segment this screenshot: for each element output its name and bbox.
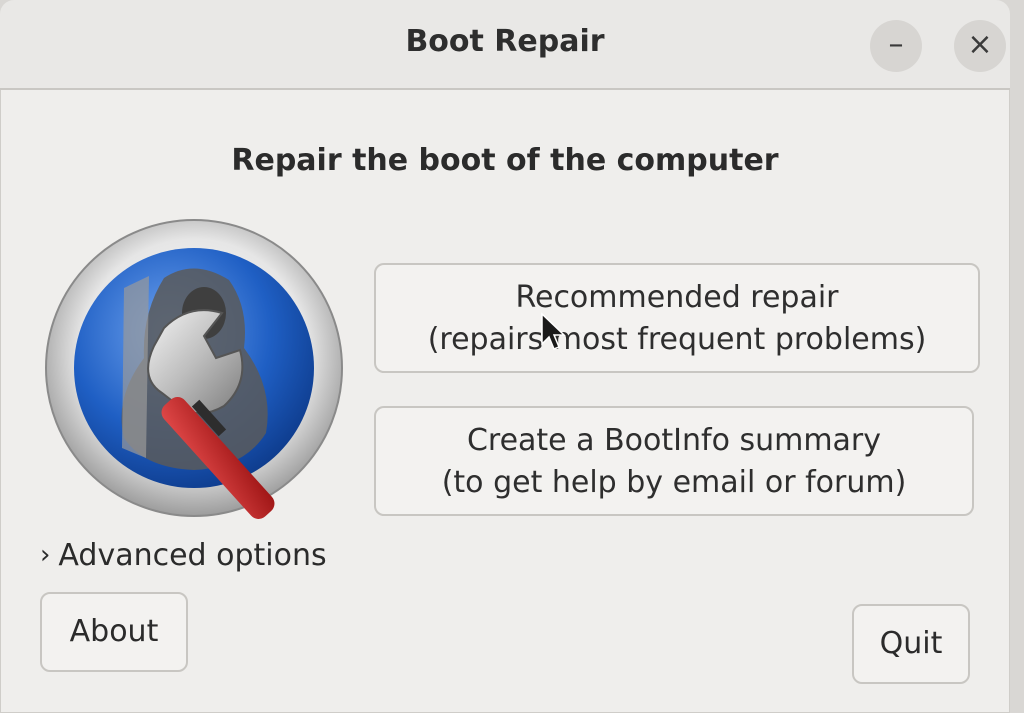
minimize-icon: –	[888, 27, 904, 62]
quit-button[interactable]: Quit	[852, 604, 970, 684]
recommended-repair-label: Recommended repair	[515, 280, 839, 315]
title-bar[interactable]: Boot Repair – ×	[0, 0, 1010, 90]
chevron-right-icon: ›	[40, 540, 51, 570]
recommended-repair-sublabel: (repairs most frequent problems)	[427, 322, 927, 357]
bootinfo-summary-sublabel: (to get help by email or forum)	[441, 465, 907, 500]
close-icon: ×	[967, 27, 993, 62]
page-heading: Repair the boot of the computer	[231, 143, 779, 178]
window-title: Boot Repair	[405, 24, 605, 59]
about-button[interactable]: About	[40, 592, 188, 672]
close-button[interactable]: ×	[954, 20, 1006, 72]
minimize-button[interactable]: –	[870, 20, 922, 72]
advanced-options-label: Advanced options	[58, 538, 327, 573]
recommended-repair-button[interactable]: Recommended repair (repairs most frequen…	[374, 263, 980, 373]
bootinfo-summary-label: Create a BootInfo summary	[466, 423, 882, 458]
bootinfo-summary-button[interactable]: Create a BootInfo summary (to get help b…	[374, 406, 974, 516]
boot-repair-logo-icon	[45, 219, 343, 519]
mouse-cursor-icon	[541, 312, 566, 350]
advanced-options-expander[interactable]: › Advanced options	[40, 538, 327, 573]
boot-repair-window: Boot Repair – × Repair the boot of the c…	[0, 0, 1010, 713]
